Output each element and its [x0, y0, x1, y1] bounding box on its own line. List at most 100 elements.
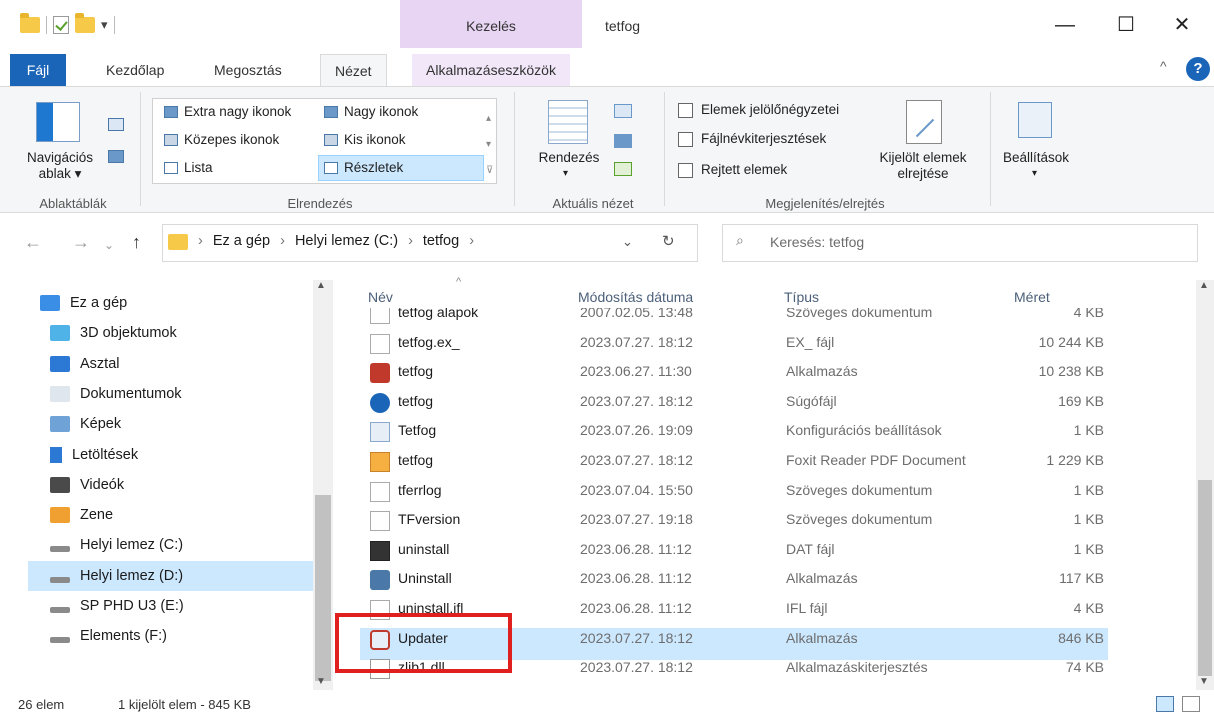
sort-by-label: Rendezés	[538, 150, 600, 165]
cube-icon	[50, 325, 70, 342]
tab-view[interactable]: Nézet	[320, 54, 387, 88]
file-size: 10 244 KB	[1038, 333, 1104, 350]
nav-scroll-up-icon[interactable]: ▲	[316, 280, 326, 291]
refresh-icon[interactable]: ↻	[662, 232, 675, 250]
minimize-button[interactable]: —	[1045, 12, 1085, 38]
file-row[interactable]: tetfog 2023.07.27. 18:12 Súgófájl 169 KB	[360, 387, 1106, 417]
file-date: 2023.06.28. 11:12	[580, 600, 692, 616]
hidden-items-toggle[interactable]: Rejtett elemek	[678, 162, 787, 178]
nav-item[interactable]: Dokumentumok	[50, 379, 182, 409]
details-view-icon	[324, 162, 338, 175]
layout-medium-icons[interactable]: Közepes ikonok	[164, 132, 279, 147]
layout-small-icons[interactable]: Kis ikonok	[324, 132, 406, 147]
tab-application-tools[interactable]: Alkalmazáseszközök	[412, 54, 570, 86]
forward-icon[interactable]: →	[72, 232, 90, 253]
column-header-date[interactable]: Módosítás dátuma	[578, 289, 693, 305]
file-row[interactable]: tetfog.ex_ 2023.07.27. 18:12 EX_ fájl 10 24…	[360, 328, 1106, 358]
medium-icons-icon	[164, 134, 178, 147]
close-button[interactable]: ✕	[1162, 12, 1202, 38]
details-pane-icon[interactable]	[108, 150, 124, 163]
nav-item-label: 3D objektumok	[80, 325, 177, 342]
hide-selected-button[interactable]: Kijelölt elemek elrejtése	[868, 150, 978, 182]
column-header-type[interactable]: Típus	[784, 289, 819, 305]
nav-item[interactable]: Képek	[50, 409, 121, 439]
breadcrumb-item-this-pc[interactable]: Ez a gép	[213, 233, 270, 249]
file-date: 2023.07.27. 18:12	[580, 659, 693, 676]
item-checkboxes-toggle[interactable]: Elemek jelölőnégyzetei	[678, 102, 839, 118]
file-row[interactable]: Tetfog 2023.07.26. 19:09 Konfigurációs beá…	[360, 416, 1106, 446]
quick-access-toolbar: ▾	[20, 10, 115, 40]
column-header-name[interactable]: Név	[368, 289, 393, 305]
file-row[interactable]: tetfog 2023.06.27. 11:30 Alkalmazás 10 238 …	[360, 357, 1106, 387]
maximize-button[interactable]: ☐	[1106, 12, 1146, 38]
nav-item[interactable]: SP PHD U3 (E:)	[50, 591, 184, 621]
nav-item-label: Zene	[80, 507, 114, 524]
back-icon[interactable]: ←	[24, 232, 42, 253]
sort-by-dropdown-icon[interactable]: ▾	[563, 168, 568, 179]
tab-home[interactable]: Kezdőlap	[92, 54, 178, 86]
up-icon[interactable]: ↑	[132, 232, 141, 253]
file-row[interactable]: tetfog 2023.07.27. 18:12 Foxit Reader PDF …	[360, 446, 1106, 476]
file-row[interactable]: Uninstall 2023.06.28. 11:12 Alkalmazás 117 …	[360, 564, 1106, 594]
help-icon[interactable]: ?	[1186, 57, 1210, 81]
new-folder-icon[interactable]	[75, 13, 95, 33]
size-columns-icon[interactable]	[614, 162, 632, 176]
properties-icon[interactable]	[53, 16, 69, 34]
address-dropdown-icon[interactable]: ⌄	[622, 234, 633, 250]
nav-item[interactable]: Elements (F:)	[50, 621, 167, 651]
collapse-ribbon-icon[interactable]: ^	[1160, 58, 1167, 74]
column-header-size[interactable]: Méret	[1014, 289, 1050, 305]
file-extensions-toggle[interactable]: Fájlnévkiterjesztések	[678, 131, 826, 147]
nav-item[interactable]: Zene	[50, 500, 113, 530]
options-dropdown-icon[interactable]: ▾	[1032, 168, 1037, 179]
file-name: Tetfog	[398, 422, 437, 439]
layout-extra-large-icons[interactable]: Extra nagy ikonok	[164, 104, 291, 119]
nav-item[interactable]: Letöltések	[50, 440, 138, 470]
app-tooth-icon	[370, 363, 390, 384]
preview-pane-icon[interactable]	[108, 118, 124, 131]
list-scrollbar-thumb[interactable]	[1198, 480, 1212, 676]
file-size: 1 KB	[1073, 481, 1104, 498]
file-size: 1 KB	[1073, 540, 1104, 557]
breadcrumb: › Ez a gép › Helyi lemez (C:) › tetfog ›	[198, 233, 474, 249]
add-columns-icon[interactable]	[614, 134, 632, 148]
checkbox[interactable]	[678, 131, 693, 147]
layout-large-icons[interactable]: Nagy ikonok	[324, 104, 418, 119]
nav-scrollbar-thumb[interactable]	[315, 495, 331, 681]
list-scroll-up-icon[interactable]: ▲	[1199, 280, 1209, 291]
details-view-toggle-icon[interactable]	[1156, 696, 1174, 712]
options-button[interactable]: Beállítások	[996, 150, 1076, 165]
file-date: 2023.07.27. 18:12	[580, 333, 693, 350]
recent-locations-icon[interactable]: ⌄	[104, 238, 114, 252]
breadcrumb-item-tetfog[interactable]: tetfog	[423, 233, 459, 249]
list-scroll-down-icon[interactable]: ▼	[1199, 676, 1209, 687]
nav-item[interactable]: Asztal	[50, 349, 120, 379]
breadcrumb-item-drive-c[interactable]: Helyi lemez (C:)	[295, 233, 398, 249]
gallery-scroll-icons[interactable]: ▴ ▾ ⊽	[486, 106, 493, 184]
file-row[interactable]: TFversion 2023.07.27. 19:18 Szöveges dokum…	[360, 505, 1106, 535]
layout-details[interactable]: Részletek	[324, 160, 403, 175]
file-size: 1 229 KB	[1046, 452, 1104, 468]
nav-item-label: Helyi lemez (C:)	[80, 537, 184, 554]
drive-icon	[50, 637, 70, 644]
checkbox[interactable]	[678, 162, 693, 178]
nav-item[interactable]: Helyi lemez (D:)	[50, 561, 183, 591]
tab-share[interactable]: Megosztás	[200, 54, 296, 86]
nav-item[interactable]: 3D objektumok	[50, 318, 177, 348]
tab-file[interactable]: Fájl	[10, 54, 66, 86]
group-by-icon[interactable]	[614, 104, 632, 118]
file-row[interactable]: uninstall 2023.06.28. 11:12 DAT fájl 1 KB	[360, 535, 1106, 565]
customize-qat-icon[interactable]: ▾	[101, 17, 108, 33]
nav-scroll-down-icon[interactable]: ▼	[316, 676, 326, 687]
nav-item[interactable]: Videók	[50, 470, 124, 500]
navigation-pane-button[interactable]: Navigációs ablak ▾	[20, 150, 100, 182]
nav-item[interactable]: Ez a gép	[40, 288, 127, 318]
file-name: TFversion	[398, 511, 461, 528]
checkbox[interactable]	[678, 102, 693, 118]
layout-list[interactable]: Lista	[164, 160, 213, 175]
nav-item[interactable]: Helyi lemez (C:)	[50, 530, 183, 560]
large-icons-view-toggle-icon[interactable]	[1182, 696, 1200, 712]
desktop-icon	[50, 355, 70, 372]
file-row[interactable]: tferrlog 2023.07.04. 15:50 Szöveges dokume…	[360, 476, 1106, 506]
sort-by-button[interactable]: Rendezés	[530, 150, 608, 165]
